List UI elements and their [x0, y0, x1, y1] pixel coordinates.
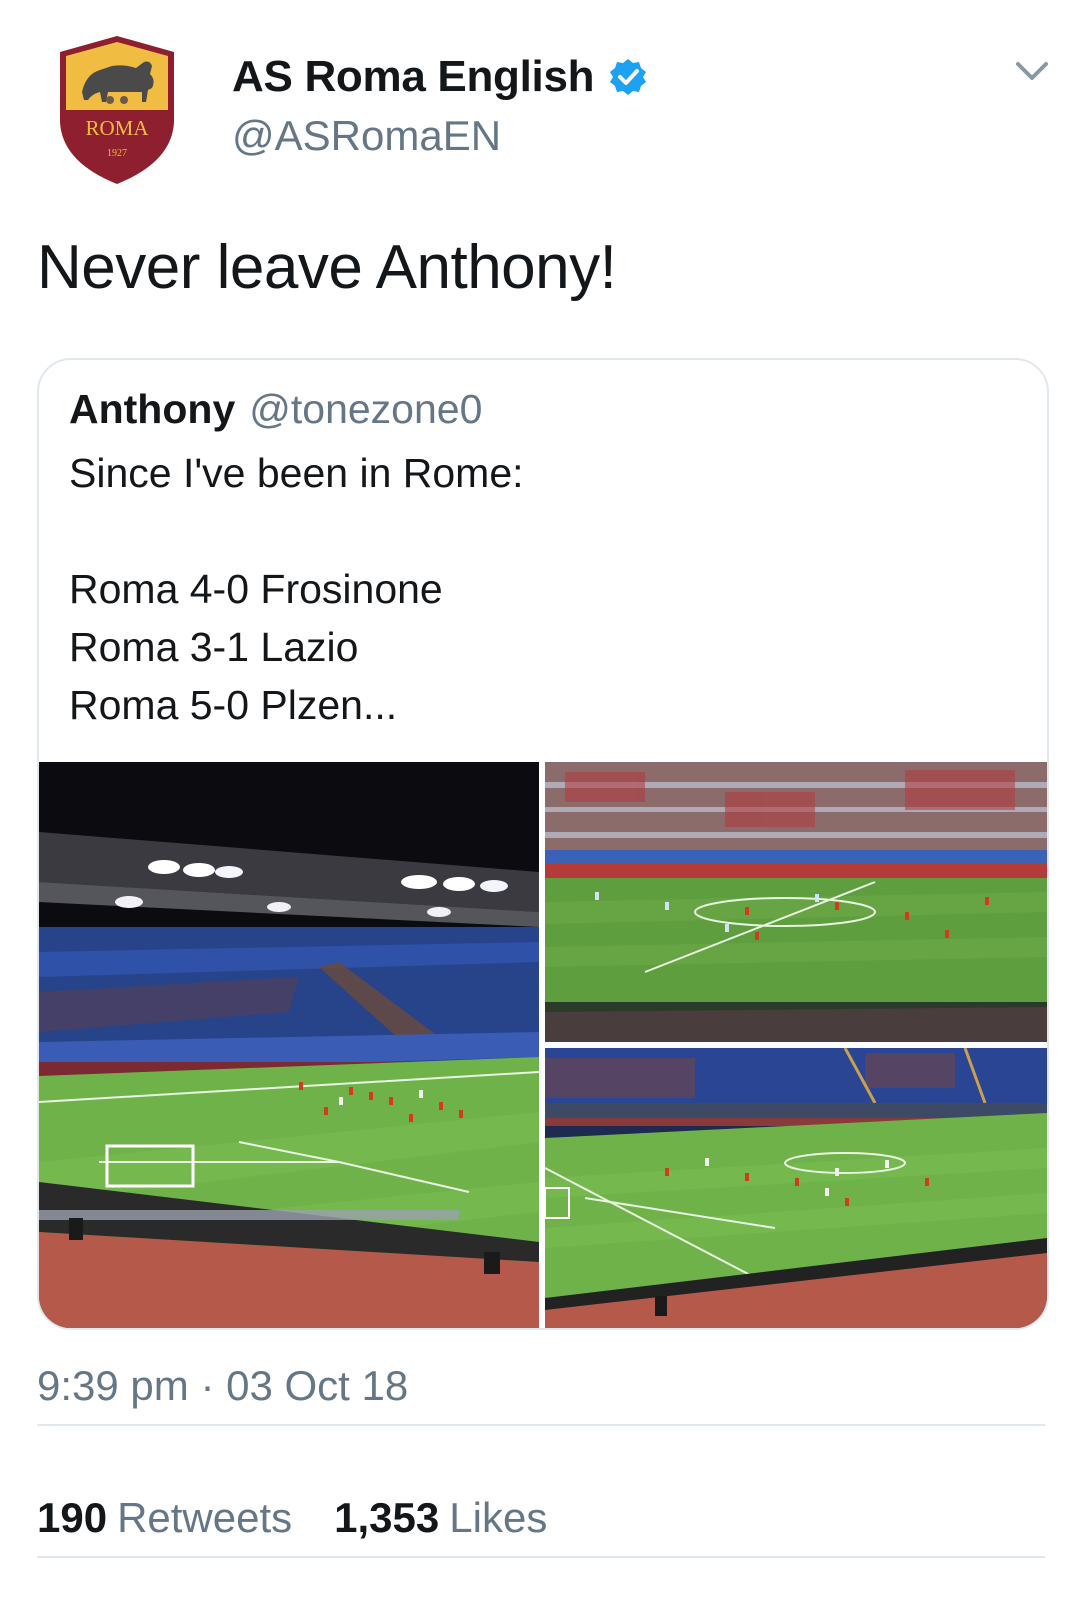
tweet-stats: 190 Retweets 1,353 Likes	[37, 1494, 589, 1542]
verified-badge-icon	[610, 59, 647, 95]
tweet-time: 9:39 pm	[37, 1362, 189, 1409]
quoted-text-line: Roma 5-0 Plzen...	[69, 682, 398, 728]
stadium-night-photo[interactable]	[39, 762, 539, 1328]
quoted-tweet-body: Since I've been in Rome: Roma 4-0 Frosin…	[69, 444, 524, 734]
chevron-down-icon[interactable]	[1012, 56, 1052, 86]
stadium-evening-photo[interactable]	[545, 1048, 1047, 1328]
quoted-tweet-header: Anthony @tonezone0	[69, 386, 482, 433]
tweet-text: Never leave Anthony!	[37, 233, 617, 302]
quoted-text-line: Roma 4-0 Frosinone	[69, 566, 443, 612]
quoted-text-line: Roma 3-1 Lazio	[69, 624, 359, 670]
author-name-row: AS Roma English	[232, 52, 648, 102]
stadium-day-photo[interactable]	[545, 762, 1047, 1042]
likes-stat[interactable]: 1,353 Likes	[334, 1494, 547, 1542]
retweets-stat[interactable]: 190 Retweets	[37, 1494, 292, 1542]
quoted-author-handle: @tonezone0	[249, 386, 483, 432]
divider	[37, 1556, 1045, 1558]
quoted-text-line	[69, 502, 524, 560]
quoted-tweet-card[interactable]: Anthony @tonezone0 Since I've been in Ro…	[37, 358, 1049, 1330]
quoted-text-line: Since I've been in Rome:	[69, 450, 524, 496]
svg-text:ROMA: ROMA	[85, 116, 149, 140]
likes-count: 1,353	[334, 1494, 440, 1541]
quoted-author-name: Anthony	[69, 386, 236, 432]
roma-crest-logo: ROMA 1927	[60, 36, 174, 184]
tweet-timestamp[interactable]: 9:39 pm · 03 Oct 18	[37, 1362, 408, 1410]
retweets-label: Retweets	[117, 1494, 293, 1541]
tweet-date: 03 Oct 18	[226, 1362, 409, 1409]
divider	[37, 1424, 1045, 1426]
author-handle[interactable]: @ASRomaEN	[232, 112, 501, 160]
svg-text:1927: 1927	[107, 148, 127, 159]
display-name[interactable]: AS Roma English	[232, 52, 595, 102]
likes-label: Likes	[449, 1494, 548, 1541]
avatar[interactable]: ROMA 1927	[52, 30, 182, 190]
timestamp-separator: ·	[200, 1362, 215, 1409]
retweets-count: 190	[37, 1494, 108, 1541]
